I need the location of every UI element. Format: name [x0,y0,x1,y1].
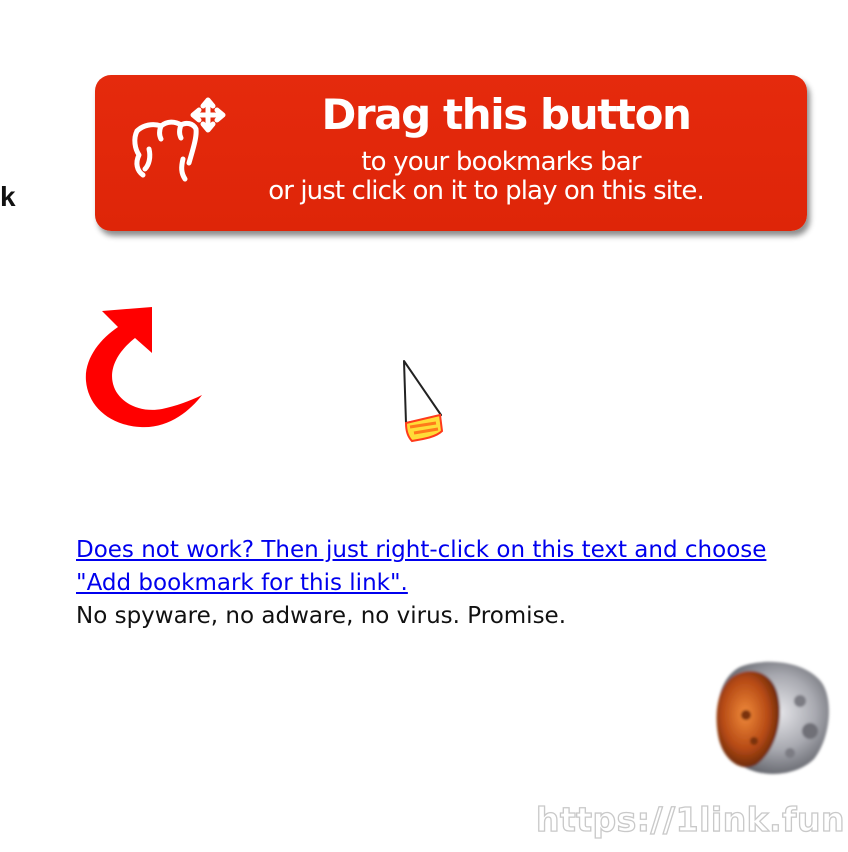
bookmarklet-subtitle: to your bookmarks bar [361,147,641,177]
help-text-block: Does not work? Then just right-click on … [76,534,796,633]
promise-text: No spyware, no adware, no virus. Promise… [76,603,567,629]
add-bookmark-help-link[interactable]: Does not work? Then just right-click on … [76,537,766,596]
clipped-heading-fragment: k [0,181,16,212]
drag-hand-icon [132,97,226,182]
bookmarklet-hint: or just click on it to play on this site… [268,176,705,206]
site-watermark: https://1link.fun [535,799,846,839]
asteroid-icon [716,661,829,774]
bookmarklet-title: Drag this button [321,90,691,139]
rocket-cursor-icon [403,360,444,443]
bookmarklet-drag-button[interactable]: Drag this button to your bookmarks bar o… [95,75,807,231]
curved-arrow-icon [85,307,202,428]
